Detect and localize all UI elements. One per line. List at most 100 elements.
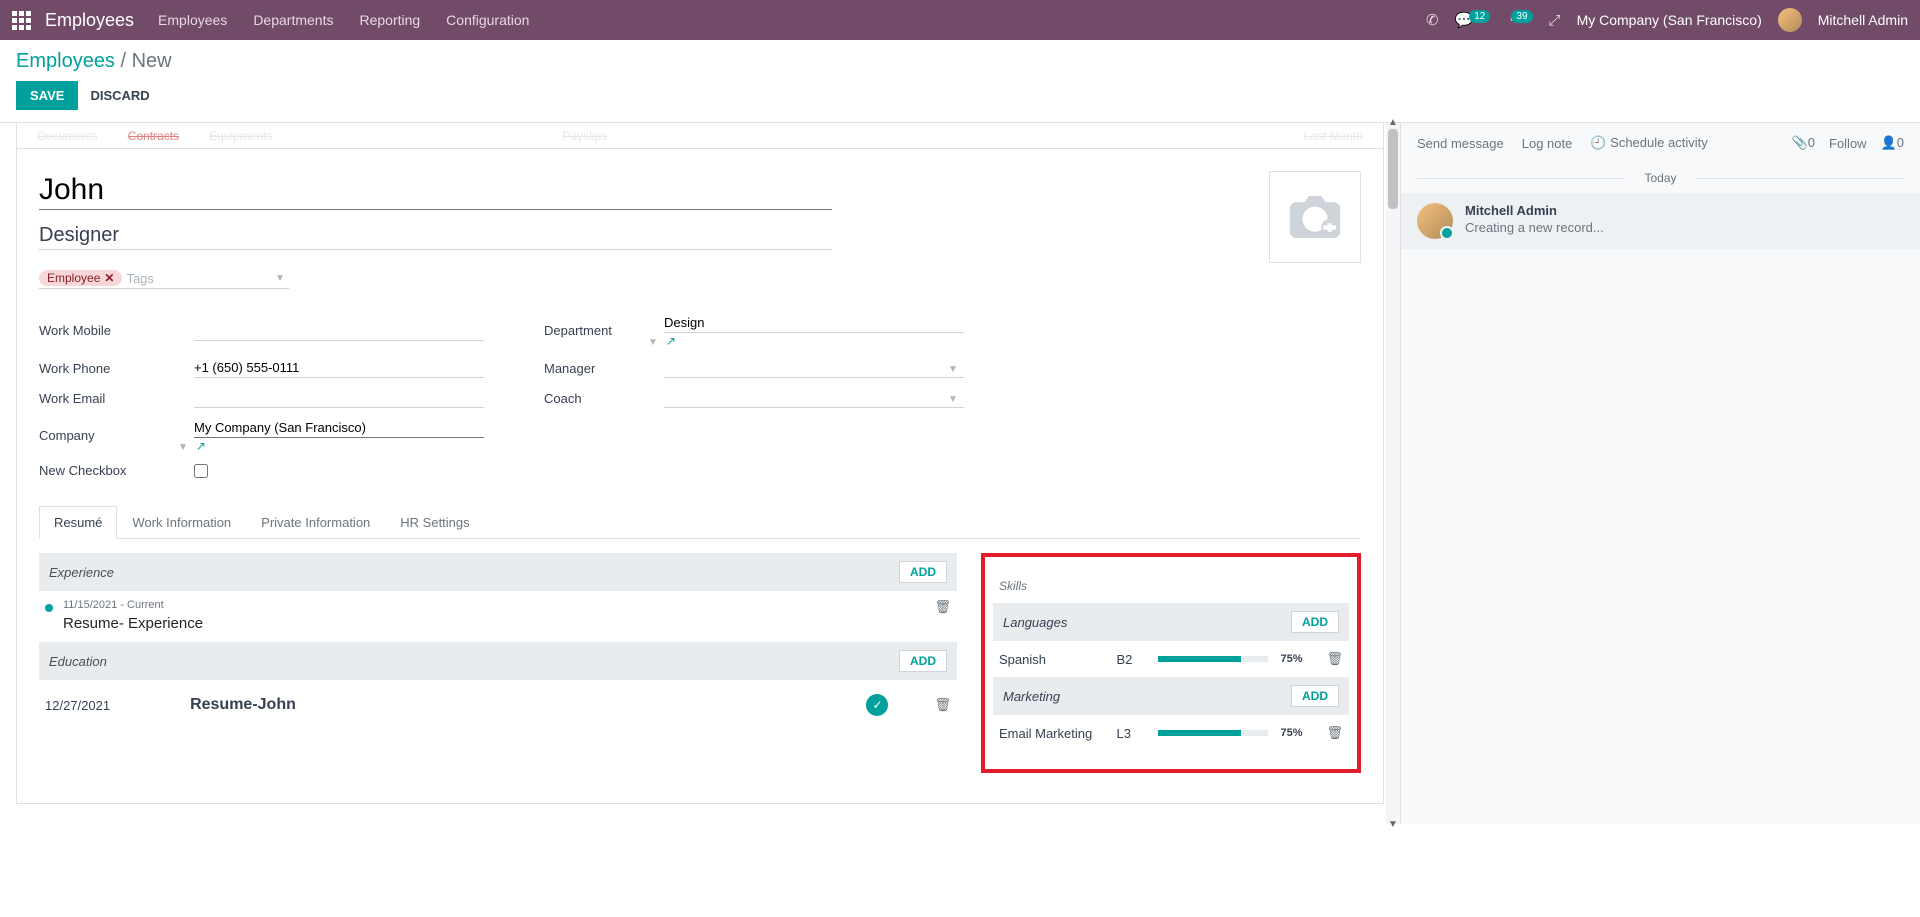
education-item[interactable]: 12/27/2021 Resume-John ✓ 🗑 xyxy=(39,688,957,722)
schedule-activity-button[interactable]: 🕘 Schedule activity xyxy=(1590,135,1707,151)
experience-title: Resume- Experience xyxy=(63,615,203,632)
external-link-icon[interactable]: ↗ xyxy=(666,334,676,348)
delete-experience-icon[interactable]: 🗑 xyxy=(934,599,951,632)
skill-progress-bar xyxy=(1158,656,1268,662)
scrollbar[interactable]: ▲ ▼ xyxy=(1386,123,1400,824)
work-mobile-input[interactable] xyxy=(194,321,484,341)
top-navbar: Employees Employees Departments Reportin… xyxy=(0,0,1920,40)
app-brand[interactable]: Employees xyxy=(45,10,134,31)
nav-departments[interactable]: Departments xyxy=(253,12,333,28)
skill-percent: 75% xyxy=(1280,653,1314,665)
delete-skill-icon[interactable]: 🗑 xyxy=(1326,725,1343,741)
check-icon[interactable]: ✓ xyxy=(866,694,888,716)
company-select[interactable] xyxy=(194,418,484,438)
label-company: Company xyxy=(39,428,194,443)
label-coach: Coach xyxy=(544,391,664,406)
experience-item[interactable]: 11/15/2021 - Current Resume- Experience … xyxy=(39,599,957,642)
tags-field[interactable]: Employee ✕ Tags ▼ xyxy=(39,270,289,289)
skill-progress-bar xyxy=(1158,730,1268,736)
add-education-button[interactable]: ADD xyxy=(899,650,947,672)
discard-button[interactable]: DISCARD xyxy=(90,81,149,110)
log-note-button[interactable]: Log note xyxy=(1522,136,1573,151)
caret-down-icon: ▼ xyxy=(178,442,188,453)
chatter-panel: Send message Log note 🕘 Schedule activit… xyxy=(1400,123,1920,824)
stat-payslips[interactable]: Payslips xyxy=(562,129,607,143)
stat-contracts[interactable]: Contracts xyxy=(128,129,179,143)
user-avatar[interactable] xyxy=(1778,8,1802,32)
stat-lastmonth[interactable]: Last Month xyxy=(1304,129,1363,143)
add-language-skill-button[interactable]: ADD xyxy=(1291,611,1339,633)
chat-badge: 12 xyxy=(1469,10,1490,23)
delete-education-icon[interactable]: 🗑 xyxy=(934,697,951,713)
photo-upload[interactable] xyxy=(1269,171,1361,263)
phone-icon[interactable]: ✆ xyxy=(1426,11,1439,29)
skills-panel: Skills Languages ADD Spanish B2 75% 🗑 Ma… xyxy=(981,553,1361,773)
external-link-icon[interactable]: ↗ xyxy=(196,439,206,453)
nav-configuration[interactable]: Configuration xyxy=(446,12,529,28)
work-email-input[interactable] xyxy=(194,388,484,408)
attachments-button[interactable]: 📎0 xyxy=(1792,135,1815,151)
skill-level: B2 xyxy=(1116,652,1146,667)
department-select[interactable] xyxy=(664,313,964,333)
label-work-phone: Work Phone xyxy=(39,361,194,376)
tab-hr-settings[interactable]: HR Settings xyxy=(385,506,484,538)
stat-buttons: Documents Contracts Equipments Payslips … xyxy=(16,123,1384,149)
chat-button[interactable]: 💬12 xyxy=(1455,11,1491,29)
skill-row[interactable]: Spanish B2 75% 🗑 xyxy=(993,647,1349,677)
add-marketing-skill-button[interactable]: ADD xyxy=(1291,685,1339,707)
timeline-dot-icon xyxy=(45,604,53,612)
camera-icon xyxy=(1288,196,1342,238)
nav-employees[interactable]: Employees xyxy=(158,12,227,28)
experience-header: Experience ADD xyxy=(39,553,957,591)
skill-name: Spanish xyxy=(999,652,1104,667)
date-divider: Today xyxy=(1401,171,1920,185)
save-button[interactable]: SAVE xyxy=(16,81,78,110)
tag-remove-icon[interactable]: ✕ xyxy=(104,271,114,285)
manager-select[interactable] xyxy=(664,358,964,378)
add-experience-button[interactable]: ADD xyxy=(899,561,947,583)
breadcrumb-current: New xyxy=(132,50,172,72)
skill-level: L3 xyxy=(1116,726,1146,741)
employee-name-input[interactable] xyxy=(39,171,832,210)
send-message-button[interactable]: Send message xyxy=(1417,136,1504,151)
experience-dates: 11/15/2021 - Current xyxy=(63,599,203,611)
company-selector[interactable]: My Company (San Francisco) xyxy=(1577,12,1762,28)
followers-button[interactable]: 👤0 xyxy=(1881,135,1904,151)
work-phone-input[interactable] xyxy=(194,358,484,378)
paperclip-icon: 📎 xyxy=(1792,135,1808,150)
label-work-mobile: Work Mobile xyxy=(39,323,194,338)
caret-down-icon: ▼ xyxy=(948,394,958,405)
skill-name: Email Marketing xyxy=(999,726,1104,741)
nav-reporting[interactable]: Reporting xyxy=(359,12,420,28)
user-name[interactable]: Mitchell Admin xyxy=(1818,12,1908,28)
job-title-input[interactable] xyxy=(39,222,832,250)
delete-skill-icon[interactable]: 🗑 xyxy=(1326,651,1343,667)
stat-equipments[interactable]: Equipments xyxy=(209,129,272,143)
tab-work-information[interactable]: Work Information xyxy=(117,506,246,538)
new-checkbox[interactable] xyxy=(194,464,208,478)
scroll-up-icon[interactable]: ▲ xyxy=(1388,117,1398,128)
activity-button[interactable]: ◔39 xyxy=(1506,12,1532,29)
apps-icon[interactable] xyxy=(12,11,31,30)
follow-button[interactable]: Follow xyxy=(1829,136,1867,151)
breadcrumb-root[interactable]: Employees xyxy=(16,50,115,72)
skill-group-marketing: Marketing ADD xyxy=(993,677,1349,715)
breadcrumb: Employees / New xyxy=(0,40,1920,77)
tab-private-information[interactable]: Private Information xyxy=(246,506,385,538)
education-date: 12/27/2021 xyxy=(45,698,110,713)
clock-icon: 🕘 xyxy=(1590,135,1606,150)
form-tabs: Resumé Work Information Private Informat… xyxy=(39,506,1361,539)
coach-select[interactable] xyxy=(664,388,964,408)
scroll-thumb[interactable] xyxy=(1388,129,1398,209)
stat-documents[interactable]: Documents xyxy=(37,129,98,143)
scroll-down-icon[interactable]: ▼ xyxy=(1388,819,1398,830)
skill-row[interactable]: Email Marketing L3 75% 🗑 xyxy=(993,721,1349,751)
chatter-message: Mitchell Admin Creating a new record... xyxy=(1401,193,1920,249)
message-author: Mitchell Admin xyxy=(1465,203,1604,218)
tab-resume[interactable]: Resumé xyxy=(39,506,117,539)
caret-down-icon: ▼ xyxy=(275,273,285,284)
caret-down-icon: ▼ xyxy=(648,337,658,348)
person-icon: 👤 xyxy=(1881,135,1897,150)
expand-icon[interactable]: ⤢ xyxy=(1549,12,1561,29)
message-body: Creating a new record... xyxy=(1465,220,1604,235)
